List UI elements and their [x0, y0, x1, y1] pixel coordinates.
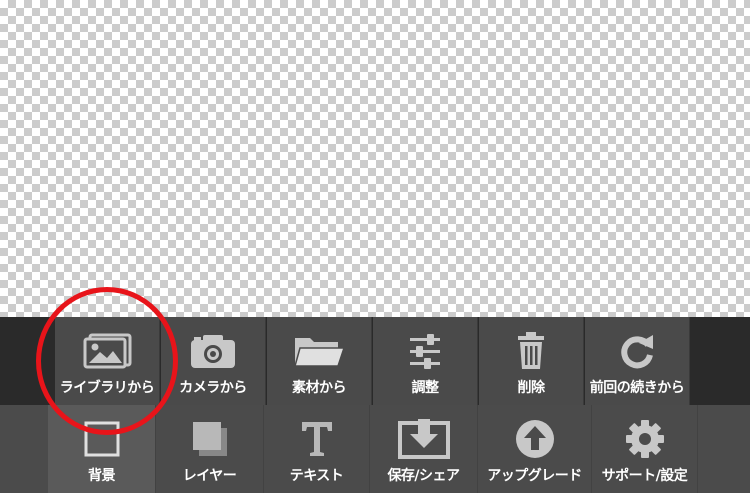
text-icon: [264, 419, 369, 459]
background-label: 背景: [88, 468, 116, 484]
layer-label: レイヤー: [182, 468, 237, 484]
materials-label: 素材から: [292, 380, 347, 396]
save-share-label: 保存/シェア: [387, 468, 460, 484]
library-label: ライブラリから: [59, 380, 155, 396]
trash-icon: [479, 331, 583, 371]
square-icon: [48, 419, 155, 459]
redo-icon: [585, 331, 689, 371]
layers-icon: [156, 419, 263, 459]
text-label: テキスト: [289, 468, 344, 484]
text-tab[interactable]: テキスト: [264, 405, 370, 493]
upgrade-label: アップグレード: [487, 468, 582, 484]
resume-button[interactable]: 前回の続きから: [585, 317, 690, 405]
background-tab[interactable]: 背景: [48, 405, 156, 493]
upload-icon: [478, 419, 591, 459]
materials-button[interactable]: 素材から: [267, 317, 372, 405]
source-toolbar: ライブラリから カメラから 素材から 調整 削除 前回の続きから: [0, 317, 750, 405]
adjust-label: 調整: [411, 380, 440, 396]
resume-label: 前回の続きから: [589, 380, 685, 396]
image-icon: [55, 331, 159, 371]
save-share-tab[interactable]: 保存/シェア: [370, 405, 478, 493]
layer-tab[interactable]: レイヤー: [156, 405, 264, 493]
adjust-button[interactable]: 調整: [373, 317, 478, 405]
delete-label: 削除: [517, 380, 546, 396]
delete-button[interactable]: 削除: [479, 317, 584, 405]
sliders-icon: [373, 331, 477, 371]
transparent-canvas[interactable]: [0, 0, 750, 317]
upgrade-tab[interactable]: アップグレード: [478, 405, 592, 493]
main-toolbar: 背景 レイヤー テキスト 保存/シェア アップグレード サポート/設定: [0, 405, 750, 493]
library-button[interactable]: ライブラリから: [55, 317, 160, 405]
support-settings-label: サポート/設定: [601, 468, 688, 484]
folder-icon: [267, 331, 371, 371]
gear-icon: [592, 419, 697, 459]
camera-icon: [161, 331, 265, 371]
camera-button[interactable]: カメラから: [161, 317, 266, 405]
support-settings-tab[interactable]: サポート/設定: [592, 405, 698, 493]
save-icon: [370, 419, 477, 459]
camera-label: カメラから: [179, 380, 247, 396]
